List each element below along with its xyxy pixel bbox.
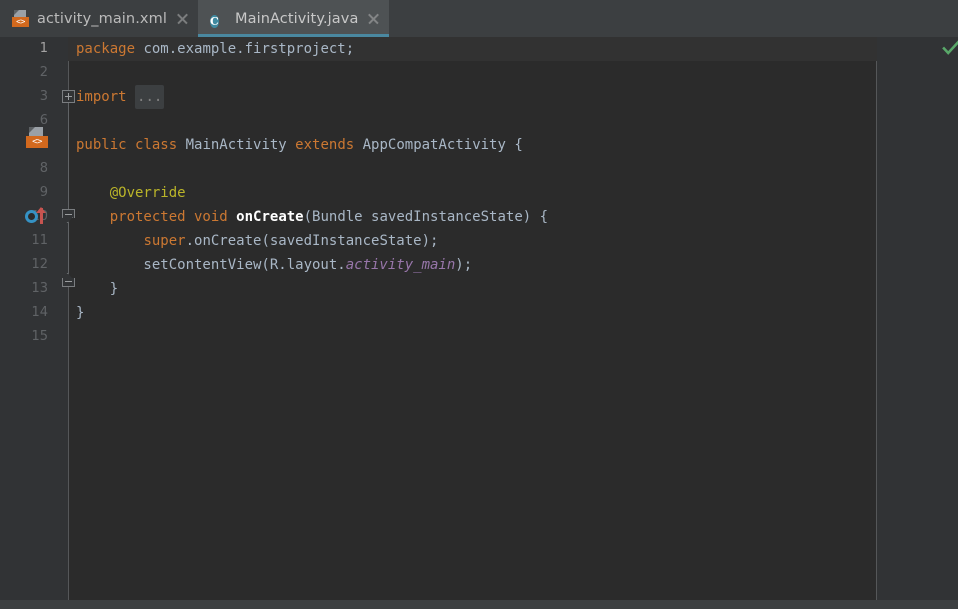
code-text[interactable]: import ... (76, 85, 165, 109)
editor-shell: 1 package com.example.firstproject; 2 3 impo… (0, 37, 958, 600)
line-number[interactable]: 11 (0, 229, 48, 253)
code-token: .onCreate(savedInstanceState); (185, 233, 439, 249)
code-token: protected void (109, 209, 228, 225)
code-line[interactable]: 1 package com.example.firstproject; (0, 37, 958, 61)
xml-file-icon: <> (12, 10, 29, 27)
code-lines: 1 package com.example.firstproject; 2 3 impo… (0, 37, 958, 349)
code-token: import (76, 89, 127, 105)
line-number[interactable]: 13 (0, 277, 48, 301)
code-line[interactable]: 11 super.onCreate(savedInstanceState); (0, 229, 958, 253)
line-number[interactable]: 3 (0, 85, 48, 109)
code-token: activity_main (345, 257, 456, 273)
folded-import-placeholder[interactable]: ... (135, 85, 165, 109)
code-line[interactable]: 8 (0, 157, 958, 181)
code-line[interactable]: 7public class MainActivity extends AppCo… (0, 133, 958, 157)
expand-import-fold-icon[interactable] (62, 90, 75, 103)
code-text[interactable]: } (76, 301, 84, 325)
code-text[interactable]: package com.example.firstproject; (76, 37, 354, 61)
line-number[interactable]: 9 (0, 181, 48, 205)
line-number[interactable]: 1 (0, 37, 48, 61)
code-line[interactable]: 2 (0, 61, 958, 85)
code-token: com.example.firstproject; (135, 41, 355, 57)
code-text[interactable]: public class MainActivity extends AppCom… (76, 133, 523, 157)
code-token: ); (455, 257, 473, 273)
editor-tab-label: MainActivity.java (234, 10, 359, 27)
code-text[interactable]: @Override (76, 181, 186, 205)
collapse-method-fold-icon[interactable] (62, 209, 75, 225)
line-number[interactable]: 2 (0, 61, 48, 85)
code-text[interactable]: super.onCreate(savedInstanceState); (76, 229, 438, 253)
code-line[interactable]: 6 (0, 109, 958, 133)
code-token: super (143, 233, 186, 249)
code-line[interactable]: 3 import ... (0, 85, 958, 109)
code-text[interactable]: protected void onCreate(Bundle savedInst… (76, 205, 548, 229)
editor-tab-mainactivity-java[interactable]: C MainActivity.java (197, 0, 390, 37)
code-token: MainActivity (177, 137, 296, 153)
code-line[interactable]: 12 setContentView(R.layout.activity_main… (0, 253, 958, 277)
code-line[interactable]: 9 @Override (0, 181, 958, 205)
code-token: (Bundle savedInstanceState) { (303, 209, 549, 225)
line-number[interactable]: 8 (0, 157, 48, 181)
code-token: } (76, 305, 85, 321)
code-line[interactable]: 15 (0, 325, 958, 349)
line-number[interactable]: 14 (0, 301, 48, 325)
editor-tab-bar: <> activity_main.xml C MainActivity.java (0, 0, 958, 37)
code-token: @Override (76, 185, 186, 201)
code-line[interactable]: 14} (0, 301, 958, 325)
code-token: public class (76, 137, 178, 153)
android-studio-editor-window: <> activity_main.xml C MainActivity.java 1 p… (0, 0, 958, 609)
close-icon[interactable] (176, 12, 189, 25)
code-line[interactable]: 13 } (0, 277, 958, 301)
line-number[interactable]: 15 (0, 325, 48, 349)
code-text[interactable]: setContentView(R.layout.activity_main); (76, 253, 472, 277)
line-number[interactable]: 12 (0, 253, 48, 277)
code-line[interactable]: 10 protected void onCreate(Bundle savedI… (0, 205, 958, 229)
bottom-tool-strip (0, 600, 958, 609)
code-token: onCreate (236, 209, 304, 225)
code-token: AppCompatActivity { (354, 137, 523, 153)
code-token: package (76, 41, 136, 57)
fold-region-end-icon[interactable] (62, 273, 75, 288)
code-token: setContentView(R.layout. (76, 257, 346, 273)
editor-tab-label: activity_main.xml (37, 10, 167, 27)
close-icon[interactable] (367, 12, 380, 25)
fold-region-connector (68, 91, 69, 285)
code-text[interactable]: } (76, 277, 118, 301)
java-class-icon: C (209, 15, 219, 28)
code-token: } (76, 281, 119, 297)
editor-tab-activity-main-xml[interactable]: <> activity_main.xml (0, 0, 198, 37)
code-token: extends (295, 137, 355, 153)
